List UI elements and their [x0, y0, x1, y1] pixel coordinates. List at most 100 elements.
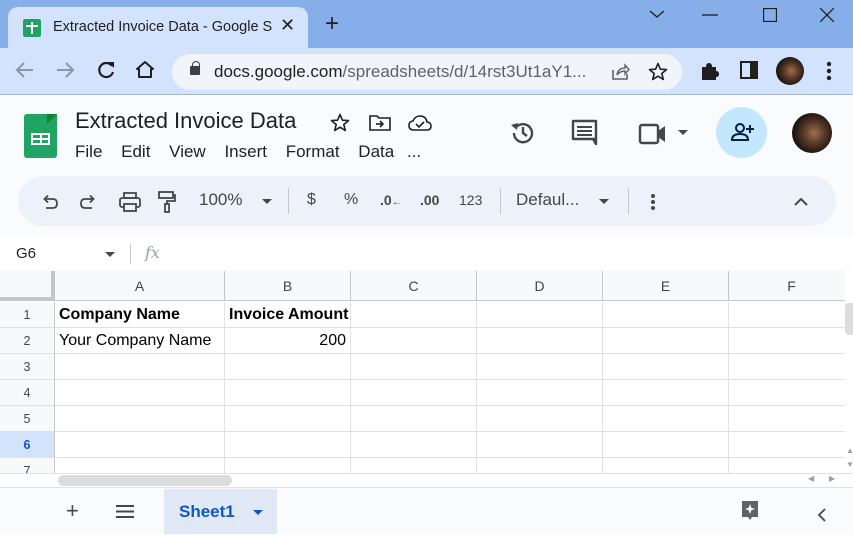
vertical-scroll-thumb[interactable]	[845, 303, 853, 335]
cell-a3[interactable]	[55, 354, 225, 380]
cell-e3[interactable]	[603, 354, 729, 380]
cell-c3[interactable]	[351, 354, 477, 380]
tab-close-icon[interactable]: ✕	[280, 15, 295, 36]
meet-dropdown-icon[interactable]	[678, 130, 688, 135]
cell-d5[interactable]	[477, 406, 603, 432]
cell-d4[interactable]	[477, 380, 603, 406]
row-header-5[interactable]: 5	[0, 406, 55, 432]
star-icon[interactable]	[330, 113, 350, 133]
menu-more[interactable]: ...	[407, 142, 421, 161]
new-tab-button[interactable]: +	[325, 12, 339, 36]
account-avatar[interactable]	[792, 113, 832, 153]
vertical-scrollbar[interactable]: ▲ ▼	[845, 271, 853, 473]
cell-e6[interactable]	[603, 432, 729, 458]
collapse-toolbar-icon[interactable]	[794, 197, 808, 206]
cell-e5[interactable]	[603, 406, 729, 432]
font-dropdown-icon[interactable]	[599, 199, 609, 204]
cell-f2[interactable]	[729, 328, 845, 354]
cell-c2[interactable]	[351, 328, 477, 354]
cell-d1[interactable]	[477, 302, 603, 328]
zoom-select[interactable]: 100%	[199, 190, 242, 210]
forward-icon[interactable]	[55, 60, 75, 80]
cell-a2[interactable]: Your Company Name	[55, 328, 225, 354]
maximize-icon[interactable]	[763, 8, 777, 22]
menu-format[interactable]: Format	[286, 142, 340, 161]
currency-format-button[interactable]: $	[307, 190, 316, 210]
cell-d3[interactable]	[477, 354, 603, 380]
menu-data[interactable]: Data	[358, 142, 394, 161]
tab-search-icon[interactable]	[649, 9, 665, 19]
move-to-folder-icon[interactable]	[369, 115, 391, 131]
cell-a7[interactable]	[55, 458, 225, 473]
scroll-right-icon[interactable]: ▶	[829, 474, 835, 483]
browser-tab[interactable]: Extracted Invoice Data - Google S ✕	[8, 7, 308, 48]
menu-insert[interactable]: Insert	[224, 142, 267, 161]
cell-e2[interactable]	[603, 328, 729, 354]
sheet-tab-menu-icon[interactable]	[253, 510, 263, 515]
number-format-button[interactable]: 123	[459, 190, 482, 210]
row-header-3[interactable]: 3	[0, 354, 55, 380]
cell-d2[interactable]	[477, 328, 603, 354]
percent-format-button[interactable]: %	[344, 190, 358, 210]
cell-b2[interactable]: 200	[225, 328, 351, 354]
cell-a5[interactable]	[55, 406, 225, 432]
url-text[interactable]: docs.google.com/spreadsheets/d/14rst3Ut1…	[214, 62, 586, 82]
menu-edit[interactable]: Edit	[121, 142, 150, 161]
cell-a4[interactable]	[55, 380, 225, 406]
row-header-2[interactable]: 2	[0, 328, 55, 354]
collapse-side-panel-icon[interactable]	[818, 508, 826, 522]
browser-profile-avatar[interactable]	[776, 57, 804, 85]
redo-icon[interactable]	[80, 194, 96, 210]
comments-icon[interactable]	[571, 119, 599, 147]
print-icon[interactable]	[119, 192, 141, 212]
cell-c5[interactable]	[351, 406, 477, 432]
cell-e1[interactable]	[603, 302, 729, 328]
row-header-6[interactable]: 6	[0, 432, 55, 458]
cell-c6[interactable]	[351, 432, 477, 458]
cell-f1[interactable]	[729, 302, 845, 328]
cell-b7[interactable]	[225, 458, 351, 473]
cell-b3[interactable]	[225, 354, 351, 380]
horizontal-scrollbar[interactable]: ◀ ▶	[0, 473, 853, 487]
back-icon[interactable]	[15, 60, 35, 80]
all-sheets-icon[interactable]	[116, 505, 134, 518]
formula-input[interactable]	[175, 242, 835, 266]
scroll-up-icon[interactable]: ▲	[846, 446, 853, 455]
column-header-f[interactable]: F	[729, 271, 845, 301]
cell-c4[interactable]	[351, 380, 477, 406]
name-box-dropdown-icon[interactable]	[105, 252, 115, 257]
undo-icon[interactable]	[42, 194, 58, 210]
minimize-icon[interactable]	[702, 14, 718, 16]
paint-format-icon[interactable]	[158, 191, 176, 213]
home-icon[interactable]	[135, 60, 155, 80]
cell-f3[interactable]	[729, 354, 845, 380]
side-panel-icon[interactable]	[740, 61, 758, 79]
share-button[interactable]	[716, 107, 767, 158]
column-header-a[interactable]: A	[55, 271, 225, 301]
cell-a6[interactable]	[55, 432, 225, 458]
version-history-icon[interactable]	[509, 119, 537, 147]
reload-icon[interactable]	[96, 60, 116, 80]
meet-icon[interactable]	[638, 123, 668, 145]
bookmark-star-icon[interactable]	[648, 62, 668, 82]
cell-a1[interactable]: Company Name	[55, 302, 225, 328]
cell-d6[interactable]	[477, 432, 603, 458]
menu-file[interactable]: File	[75, 142, 102, 161]
row-header-1[interactable]: 1	[0, 302, 55, 328]
column-header-d[interactable]: D	[477, 271, 603, 301]
zoom-dropdown-icon[interactable]	[262, 199, 272, 204]
scroll-down-icon[interactable]: ▼	[846, 460, 853, 469]
cell-f5[interactable]	[729, 406, 845, 432]
explore-icon[interactable]	[741, 500, 759, 522]
column-header-e[interactable]: E	[603, 271, 729, 301]
cell-f4[interactable]	[729, 380, 845, 406]
cell-b5[interactable]	[225, 406, 351, 432]
cell-b4[interactable]	[225, 380, 351, 406]
scroll-left-icon[interactable]: ◀	[808, 474, 814, 483]
close-window-icon[interactable]	[820, 8, 834, 22]
cell-c1[interactable]	[351, 302, 477, 328]
row-header-7[interactable]: 7	[0, 458, 55, 473]
address-bar[interactable]: docs.google.com/spreadsheets/d/14rst3Ut1…	[172, 54, 682, 90]
cell-c7[interactable]	[351, 458, 477, 473]
cell-e7[interactable]	[603, 458, 729, 473]
